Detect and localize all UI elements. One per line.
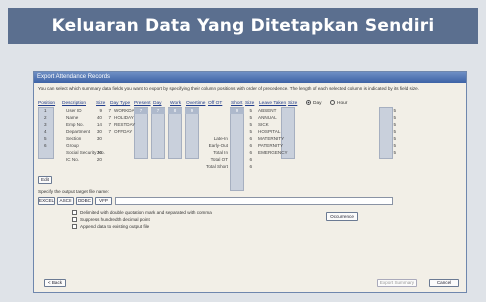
leave-left-size-2: 5 [249, 115, 252, 120]
export-dialog: Export Attendance Records You can select… [33, 71, 467, 293]
leave-absent: ABSENT [258, 108, 277, 113]
header-work: Work [170, 101, 182, 106]
chip-overtime: 9 [185, 108, 199, 114]
check-delimited[interactable]: Delimited with double quotation mark and… [72, 210, 212, 216]
format-excel-button[interactable]: EXCEL [38, 197, 55, 205]
pos-2: 2 [44, 115, 47, 120]
radio-hour-dot [330, 100, 335, 105]
export-summary-button[interactable]: Export Summary [377, 279, 417, 287]
leave-left-size-1: 5 [249, 108, 252, 113]
leave-left-size-3: 5 [249, 122, 252, 127]
field-department: Department [66, 129, 91, 134]
daytype-offday: OFFDAY [114, 129, 133, 134]
header-present: Present [134, 101, 151, 106]
header-short: Short [231, 101, 243, 106]
radio-day-dot [306, 100, 311, 105]
daytype-size-2: 7 [108, 115, 111, 120]
daytype-restday: RESTDAY [114, 122, 136, 127]
total-in: Total In [213, 150, 228, 155]
occurrence-button[interactable]: Occurrence [326, 212, 358, 221]
header-position: Position [38, 101, 56, 106]
leave-hospital: HOSPITAL [258, 129, 281, 134]
leave-left-size-4: 5 [249, 129, 252, 134]
header-size3: Size [288, 101, 298, 106]
total-earlyout: Early-Out [208, 143, 228, 148]
banner-title: Keluaran Data Yang Ditetapkan Sendiri [8, 8, 478, 44]
right-size-7: 5 [393, 150, 396, 155]
pos-6: 6 [44, 143, 47, 148]
leave-maternity: MATERNITY [258, 136, 285, 141]
pos-1: 1 [44, 108, 47, 113]
dialog-titlebar: Export Attendance Records [34, 72, 466, 83]
check-append-box [72, 224, 77, 230]
field-section: Section [66, 136, 82, 141]
size-icno: 20 [96, 157, 102, 162]
daytype-holiday: HOLIDAY [114, 115, 134, 120]
chip-work: 8 [168, 108, 182, 114]
size-socsec: 20 [96, 150, 102, 155]
chip-day: 7 [151, 108, 165, 114]
daytype-size-4: 7 [108, 129, 111, 134]
overtime-column[interactable] [185, 107, 199, 159]
total-latein-size: 6 [249, 136, 252, 141]
total-short: Total Short [206, 164, 228, 169]
right-size-2: 5 [393, 115, 396, 120]
total-in-size: 6 [249, 150, 252, 155]
header-leave: Leave Taken [259, 101, 287, 106]
output-file-input[interactable] [115, 197, 393, 205]
header-day: Day [153, 101, 162, 106]
right-size-6: 5 [393, 143, 396, 148]
header-size: Size [96, 101, 106, 106]
field-icno: IC No. [66, 157, 80, 162]
radio-day[interactable]: Day [306, 100, 322, 106]
format-ddbc-button[interactable]: DDBC [76, 197, 93, 205]
total-ot-size: 6 [249, 157, 252, 162]
header-daytype: Day Type [110, 101, 131, 106]
filename-label: Specify the output target file name: [38, 189, 109, 194]
format-vfp-button[interactable]: VFP [95, 197, 112, 205]
chip-present: 7 [134, 108, 148, 114]
edit-button[interactable]: Edit [38, 176, 52, 184]
header-offot: Off OT [208, 101, 223, 106]
field-name: Name [66, 115, 79, 120]
leave-emergency: EMERGENCY [258, 150, 288, 155]
size-section: 30 [96, 136, 102, 141]
header-size2: Size [245, 101, 255, 106]
total-ot: Total OT [210, 157, 228, 162]
right-size-5: 5 [393, 136, 396, 141]
daytype-size-1: 7 [108, 108, 111, 113]
radio-hour[interactable]: Hour [330, 100, 347, 106]
header-overtime: Overtime [186, 101, 206, 106]
dialog-description: You can select which summary data fields… [38, 86, 419, 91]
pos-3: 3 [44, 122, 47, 127]
check-suppress[interactable]: Suppress hundredth decimal point [72, 217, 150, 223]
pos-5: 5 [44, 136, 47, 141]
cancel-button[interactable]: Cancel [429, 279, 459, 287]
field-empno: Emp No. [66, 122, 84, 127]
daytype-size-3: 7 [108, 122, 111, 127]
day-column[interactable] [151, 107, 165, 159]
right-size-1: 5 [393, 108, 396, 113]
check-delimited-box [72, 210, 77, 216]
total-short-size: 6 [249, 164, 252, 169]
field-userid: User ID [66, 108, 82, 113]
total-earlyout-size: 6 [249, 143, 252, 148]
right-size-4: 5 [393, 129, 396, 134]
check-suppress-box [72, 217, 77, 223]
leave-sick: SICK [258, 122, 269, 127]
check-append[interactable]: Append data to existing output file [72, 224, 149, 230]
pos-4: 4 [44, 129, 47, 134]
right-size-3: 5 [393, 122, 396, 127]
present-column[interactable] [134, 107, 148, 159]
field-group: Group [66, 143, 79, 148]
header-description: Description [62, 101, 86, 106]
leave-annual: ANNUAL [258, 115, 277, 120]
back-button[interactable]: < Back [44, 279, 66, 287]
work-column[interactable] [168, 107, 182, 159]
total-latein: Late-In [213, 136, 228, 141]
format-ascii-button[interactable]: ASCII [57, 197, 74, 205]
leave-paternity: PATERNITY [258, 143, 284, 148]
